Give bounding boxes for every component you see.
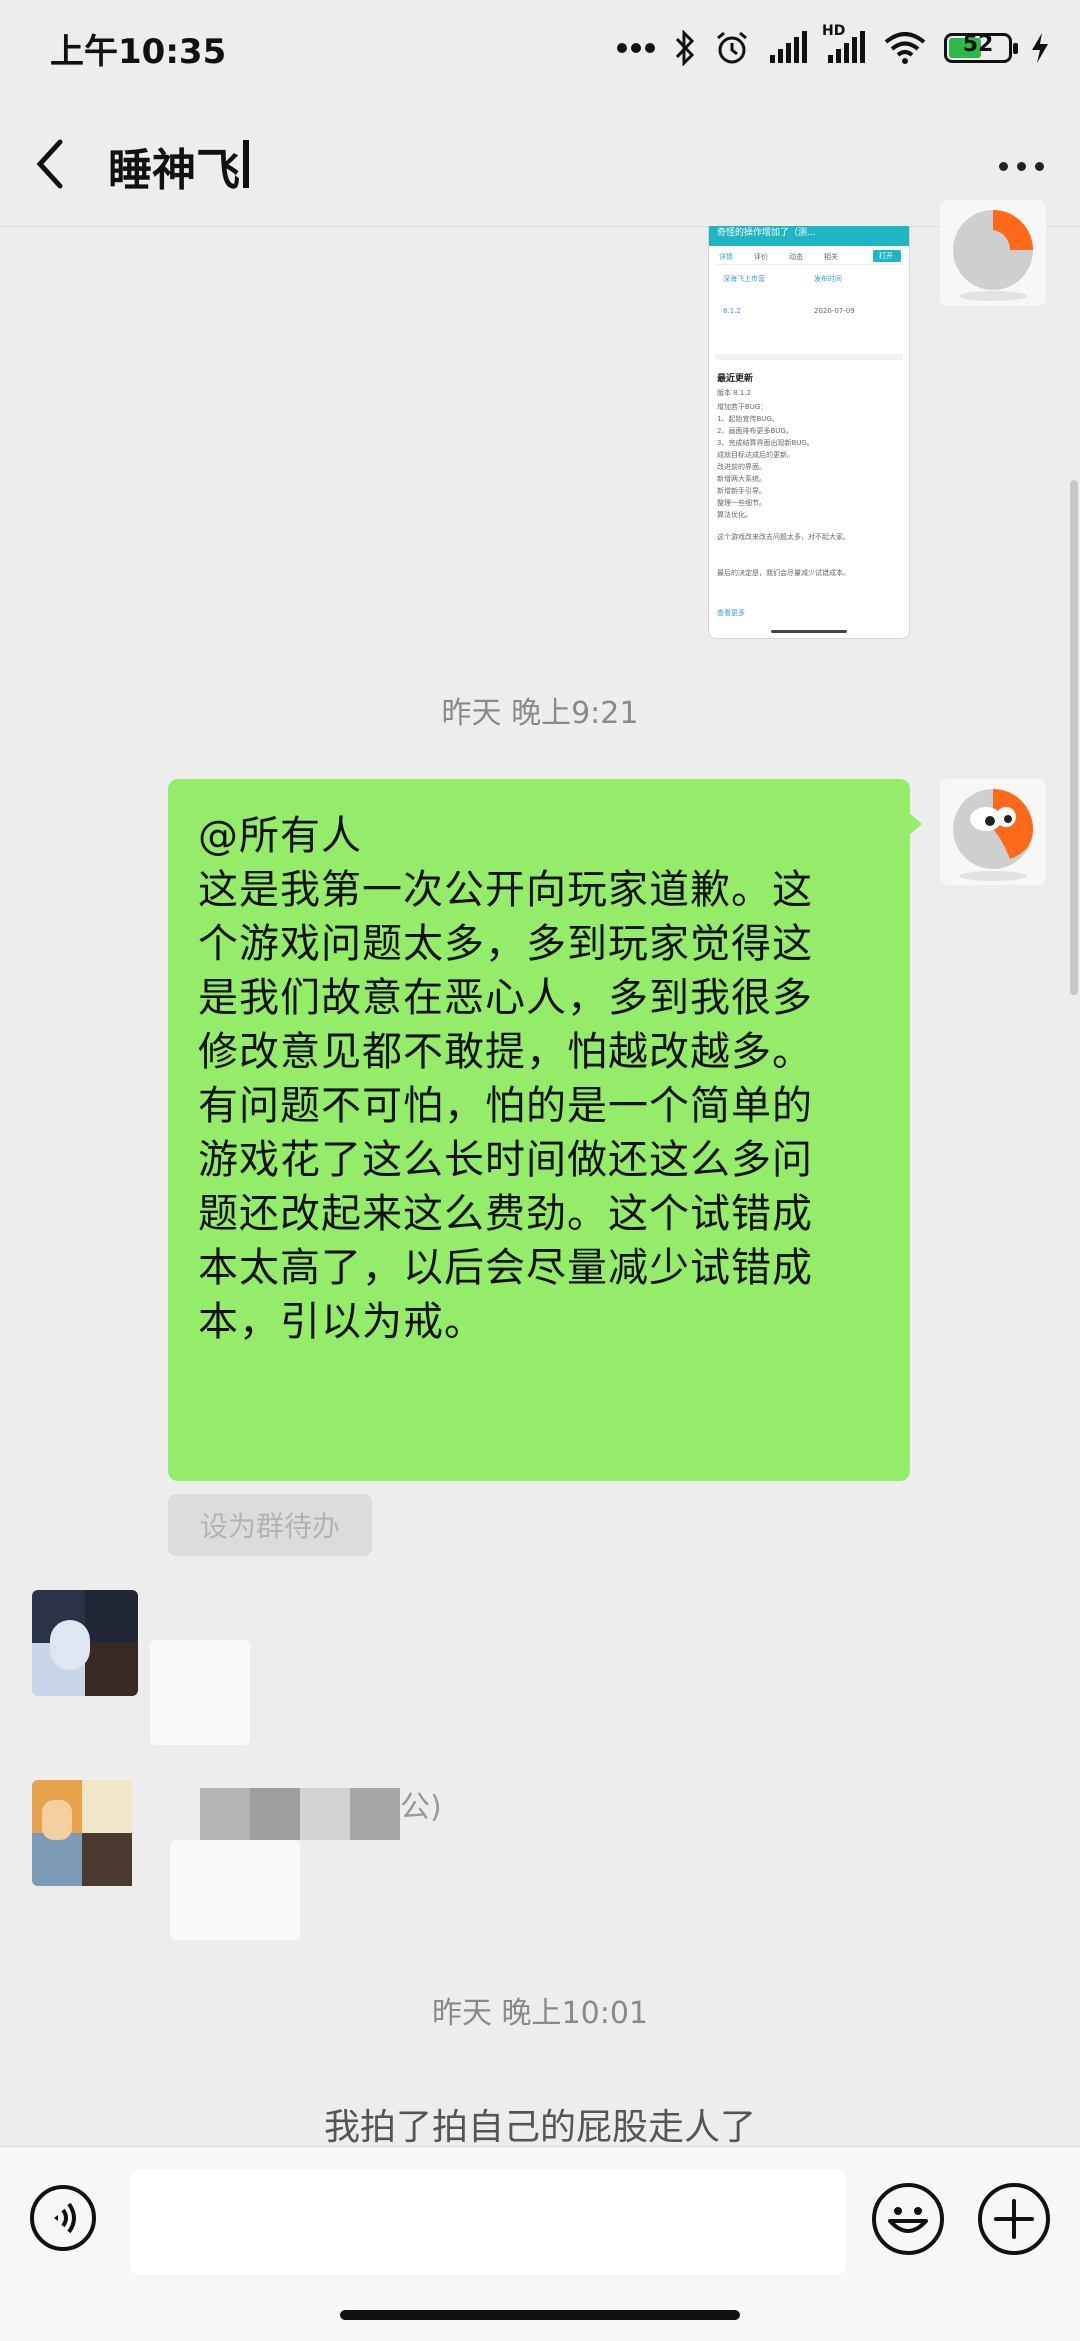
chevron-left-icon: [36, 139, 63, 189]
shot-line: 新增两大系统。: [717, 475, 766, 483]
pixel-block: [200, 1788, 250, 1840]
orange-ball-avatar-icon: [940, 200, 1046, 306]
status-icons: HD 52: [616, 22, 1050, 74]
avatar[interactable]: [940, 779, 1046, 885]
shot-tab: 动态: [789, 253, 803, 261]
shot-line: 改进前的界面。: [717, 463, 766, 471]
chat-title: 睡神飞: [108, 145, 240, 196]
pixel-block: [82, 1833, 132, 1886]
redacted-sender-name: [200, 1788, 400, 1840]
pixel-block: [85, 1643, 138, 1696]
shot-version: 版本 8.1.2: [717, 389, 752, 397]
message-line: 本，引以为戒。: [198, 1299, 485, 1345]
shot-line: 整理一些细节。: [717, 499, 766, 507]
back-button[interactable]: [30, 134, 80, 194]
shot-line: 新增新手引导。: [717, 487, 766, 495]
voice-button[interactable]: [30, 2185, 96, 2251]
chat-header: 睡神飞: [0, 96, 1080, 227]
avatar[interactable]: [32, 1780, 150, 1886]
shot-line: 1、起始宣传BUG。: [717, 415, 779, 423]
message-line: 本太高了，以后会尽量减少试错成: [198, 1245, 813, 1291]
message-line: 有问题不可怕，怕的是一个简单的: [198, 1083, 813, 1129]
more-dots-icon: [616, 42, 656, 54]
battery-icon: 52: [944, 32, 1018, 63]
pixel-block: [350, 1788, 400, 1840]
charging-icon: [1030, 32, 1050, 64]
wifi-icon: [884, 32, 926, 64]
message-line: 个游戏问题太多，多到玩家觉得这: [198, 921, 813, 967]
more-icon-dot: [1016, 161, 1026, 171]
bubble-tail: [908, 812, 922, 836]
shot-field: 8.1.2: [723, 307, 741, 315]
shot-more-link: 查看更多: [717, 609, 745, 617]
redacted-message[interactable]: [150, 1640, 250, 1745]
shot-line: 3、完成结算界面出现新BUG。: [717, 439, 814, 447]
message-line: 题还改起来这么费劲。这个试错成: [198, 1191, 813, 1237]
message-line: 修改意见都不敢提，怕越改越多。: [198, 1029, 813, 1075]
signal-icon: [768, 31, 808, 65]
image-message[interactable]: 奇怪的操作增加了（测... 打开 详情 评价 动态 相关 深海飞上市营 发布时间…: [708, 226, 910, 639]
shot-tab: 评价: [754, 253, 768, 261]
shot-tab: 相关: [824, 253, 838, 261]
shot-line: 增加若干BUG：: [717, 403, 768, 411]
home-indicator[interactable]: [340, 2310, 740, 2320]
redacted-message[interactable]: [170, 1840, 300, 1940]
more-icon-dot: [998, 161, 1008, 171]
hd-badge: HD: [822, 23, 846, 39]
message-line: @所有人: [198, 813, 362, 859]
pixel-block: [250, 1788, 300, 1840]
status-time: 上午10:35: [50, 32, 227, 72]
more-icon-dot: [1034, 161, 1044, 171]
timestamp: 昨天 晚上9:21: [441, 696, 639, 731]
battery-level: 52: [962, 32, 994, 57]
shot-section-title: 最近更新: [717, 374, 754, 384]
shot-open-button: 打开: [879, 252, 893, 260]
scrollbar[interactable]: [1070, 480, 1078, 995]
timestamp: 昨天 晚上10:01: [432, 1996, 648, 2031]
voice-icon: [54, 2202, 76, 2234]
shot-field: 发布时间: [814, 275, 842, 283]
pixel-block: [50, 1620, 90, 1670]
emoji-icon: [888, 2207, 928, 2233]
emoji-button[interactable]: [872, 2183, 944, 2255]
shot-line: 算法优化。: [717, 511, 752, 519]
pixel-block: [32, 1833, 82, 1886]
shot-tab: 详情: [719, 253, 733, 261]
message-bubble[interactable]: @所有人 这是我第一次公开向玩家道歉。这 个游戏问题太多，多到玩家觉得这 是我们…: [168, 779, 910, 1481]
shot-field: 深海飞上市营: [723, 275, 765, 283]
pixel-block: [300, 1788, 350, 1840]
shot-line: 这个游戏改来改去问题太多，对不起大家。: [717, 533, 850, 541]
shot-line: 2、画面排布更多BUG。: [717, 427, 793, 435]
plus-icon: [994, 2199, 1034, 2239]
status-bar: 上午10:35 HD 52: [0, 0, 1080, 96]
orange-ball-avatar-icon: [940, 779, 1046, 885]
message-line: 游戏花了这么长时间做还这么多问: [198, 1137, 813, 1183]
signal-hd-icon: HD: [822, 23, 866, 65]
message-input[interactable]: [130, 2169, 846, 2275]
sender-name-tail: 公): [400, 1790, 442, 1825]
shot-title: 奇怪的操作增加了（测...: [717, 228, 816, 238]
shot-field: 2020-07-09: [814, 307, 855, 315]
pixel-block: [42, 1800, 72, 1840]
shot-line: 最后的决定是，我们会尽量减少试错成本。: [717, 569, 850, 577]
message-line: 这是我第一次公开向玩家道歉。这: [198, 867, 813, 913]
more-functions-button[interactable]: [978, 2183, 1050, 2255]
more-button[interactable]: [986, 136, 1056, 196]
avatar[interactable]: [32, 1590, 138, 1696]
alarm-icon: [714, 30, 750, 66]
bluetooth-icon: [674, 30, 696, 66]
system-message: 我拍了拍自己的屁股走人了: [323, 2107, 756, 2148]
text-cursor: [243, 140, 249, 188]
set-group-todo-button[interactable]: 设为群待办: [168, 1494, 372, 1556]
pixel-block: [82, 1780, 132, 1833]
message-line: 是我们故意在恶心人，多到我很多: [198, 975, 813, 1021]
shot-line: 成就目标达成后的更新。: [717, 451, 794, 459]
pixel-block: [85, 1590, 138, 1643]
avatar[interactable]: [940, 200, 1046, 306]
